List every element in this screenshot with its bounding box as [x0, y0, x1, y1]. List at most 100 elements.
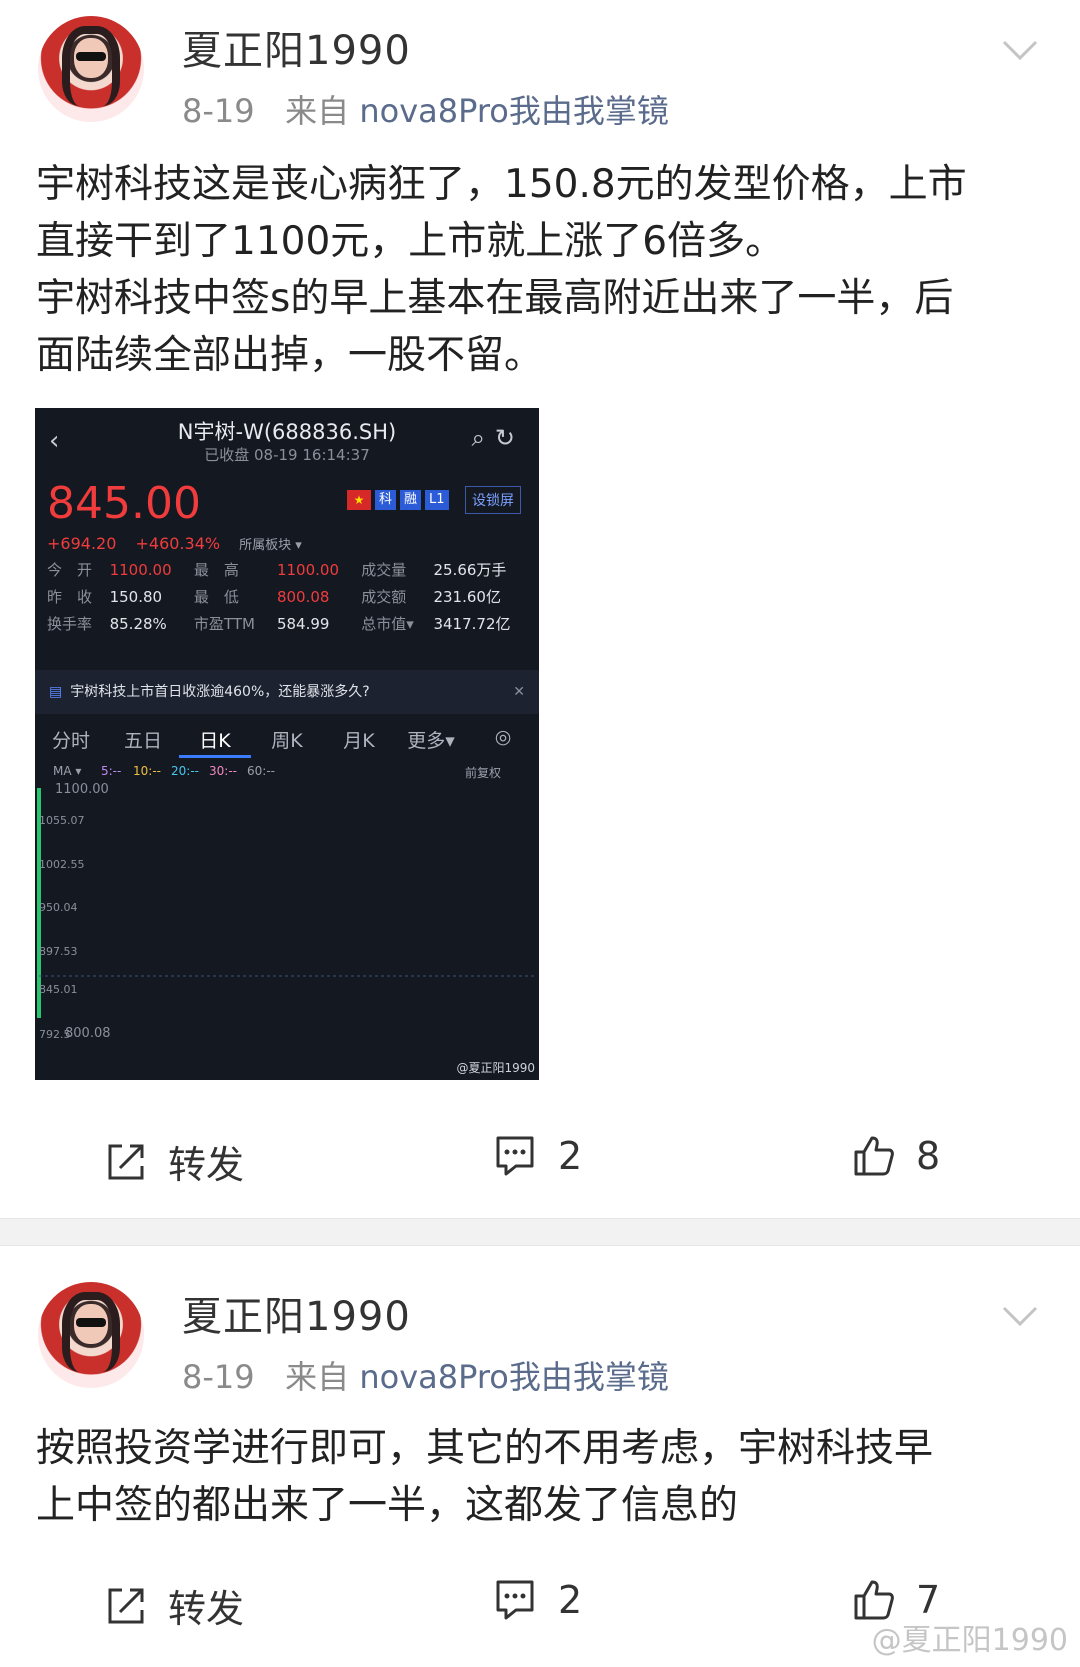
stock-screenshot-image[interactable]: ‹ N宇树-W(688836.SH) 已收盘 08-19 16:14:37 ⌕↻… — [35, 408, 539, 1080]
y-label: 792.5 — [39, 1028, 71, 1041]
share-icon — [108, 1588, 144, 1623]
cell: 150.80 — [109, 587, 163, 606]
table-row: 今 开 1100.00 最 高 1100.00 成交量 25.66万手 — [45, 556, 535, 583]
cell: 1100.00 — [276, 560, 339, 579]
table-row: 换手率 85.28% 市盈TTM 584.99 总市值▾ 3417.72亿 — [45, 610, 535, 637]
comment-icon — [496, 1136, 534, 1176]
badge: 科 — [375, 490, 397, 510]
text-line: 按照投资学进行即可，其它的不用考虑，宇树科技早 — [36, 1426, 934, 1471]
avatar[interactable] — [38, 1282, 144, 1388]
repost-label: 转发 — [168, 1587, 245, 1631]
cell: 总市值▾ — [361, 615, 414, 633]
comment-count: 2 — [558, 1578, 583, 1622]
stock-name: N宇树-W(688836.SH) — [177, 420, 397, 444]
tab-five-day: 五日 — [123, 730, 162, 752]
y-label: 897.53 — [39, 945, 78, 958]
cell: 昨 收 — [47, 588, 93, 606]
stock-header: ‹ N宇树-W(688836.SH) 已收盘 08-19 16:14:37 ⌕↻ — [35, 408, 539, 470]
tab-daily-k: 日K — [179, 726, 251, 758]
text-line: 宇树科技中签s的早上基本在最高附近出来了一半，后 — [36, 276, 954, 321]
post-text: 按照投资学进行即可，其它的不用考虑，宇树科技早 上中签的都出来了一半，这都发了信… — [36, 1420, 1046, 1534]
y-label: 1100.00 — [55, 782, 109, 797]
y-label: 1055.07 — [39, 814, 85, 827]
stock-status: 已收盘 08-19 16:14:37 — [204, 446, 370, 464]
quote-table: 今 开 1100.00 最 高 1100.00 成交量 25.66万手 昨 收 … — [45, 556, 535, 637]
source-prefix: 来自 — [285, 92, 350, 130]
source-device[interactable]: nova8Pro我由我掌镜 — [359, 1358, 669, 1396]
cell: 今 开 — [47, 561, 93, 579]
tab-more: 更多▾ — [407, 730, 455, 752]
post-date: 8-19 — [182, 1358, 255, 1396]
tab-weekly-k: 周K — [271, 730, 303, 752]
y-label: 800.08 — [65, 1026, 111, 1041]
repost-button[interactable]: 转发 — [104, 1134, 244, 1189]
stock-change: +694.20 +460.34% 所属板块 ▾ — [47, 534, 316, 553]
kline-svg — [37, 788, 535, 1018]
search-refresh-icons: ⌕↻ — [471, 424, 525, 452]
comment-count: 2 — [558, 1134, 583, 1178]
change-value: +694.20 — [47, 534, 117, 553]
cell: 市盈TTM — [193, 615, 255, 633]
sector-label: 所属板块 ▾ — [239, 538, 302, 553]
cell: 231.60亿 — [433, 588, 501, 606]
text-line: 宇树科技这是丧心病狂了，150.8元的发型价格，上市 — [36, 162, 967, 207]
source-device[interactable]: nova8Pro我由我掌镜 — [359, 92, 669, 130]
text-line: 直接干到了1100元，上市就上涨了6倍多。 — [36, 219, 785, 264]
like-button[interactable]: 8 — [852, 1134, 940, 1178]
ma30: 30:-- — [209, 764, 237, 778]
avatar[interactable] — [38, 16, 144, 122]
cell: 800.08 — [276, 587, 330, 606]
stock-badges: ★ 科 融 L1 — [347, 490, 449, 510]
tab-monthly-k: 月K — [343, 730, 375, 752]
chart-tabs: 分时 五日 日K 周K 月K 更多▾ ◎ — [35, 726, 539, 758]
chevron-down-icon[interactable] — [1000, 30, 1040, 70]
username[interactable]: 夏正阳1990 — [182, 1284, 411, 1342]
cell: 85.28% — [109, 614, 167, 633]
cell: 最 高 — [193, 561, 239, 579]
badge: L1 — [425, 490, 449, 510]
post-1: 夏正阳1990 8-19 来自 nova8Pro我由我掌镜 宇树科技这是丧心病狂… — [0, 0, 1080, 1218]
settings-icon: ◎ — [494, 726, 512, 748]
comment-button[interactable]: 2 — [492, 1134, 582, 1178]
y-label: 950.04 — [39, 901, 78, 914]
comment-button[interactable]: 2 — [492, 1578, 582, 1622]
text-line: 上中签的都出来了一半，这都发了信息的 — [36, 1483, 739, 1528]
post-actions: 转发 2 8 — [0, 1134, 1080, 1194]
like-count: 8 — [916, 1134, 941, 1178]
badge: 融 — [400, 490, 422, 510]
source-prefix: 来自 — [285, 1358, 350, 1396]
cell: 成交量 — [361, 561, 407, 579]
table-row: 昨 收 150.80 最 低 800.08 成交额 231.60亿 — [45, 583, 535, 610]
chevron-down-icon[interactable] — [1000, 1296, 1040, 1336]
ma5: 5:-- — [101, 764, 122, 778]
news-banner: ▤ 宇树科技上市首日收涨逾460%，还能暴涨多久? ✕ — [35, 670, 539, 714]
post-text: 宇树科技这是丧心病狂了，150.8元的发型价格，上市 直接干到了1100元，上市… — [36, 156, 1046, 384]
change-percent: +460.34% — [135, 534, 221, 553]
post-date: 8-19 — [182, 92, 255, 130]
post-2: 夏正阳1990 8-19 来自 nova8Pro我由我掌镜 按照投资学进行即可，… — [0, 1266, 1080, 1667]
repost-button[interactable]: 转发 — [104, 1578, 244, 1633]
post-meta: 8-19 来自 nova8Pro我由我掌镜 — [182, 86, 669, 132]
cell: 584.99 — [276, 614, 330, 633]
y-label: 1002.55 — [39, 858, 85, 871]
ma10: 10:-- — [133, 764, 161, 778]
lock-screen-label: 设锁屏 — [465, 486, 521, 514]
stock-price: 845.00 — [47, 478, 201, 529]
kline-chart: 1100.00 1055.07 1002.55 950.04 897.53 84… — [35, 780, 539, 1080]
page-watermark: @夏正阳1990 — [871, 1623, 1068, 1658]
repost-label: 转发 — [168, 1143, 245, 1187]
cell: 最 低 — [193, 588, 239, 606]
news-icon: ▤ — [49, 684, 63, 700]
ma-label: MA ▾ — [53, 764, 82, 778]
text-line: 面陆续全部出掉，一股不留。 — [36, 333, 544, 378]
cell: 25.66万手 — [433, 561, 507, 579]
post-meta: 8-19 来自 nova8Pro我由我掌镜 — [182, 1352, 669, 1398]
china-flag-icon: ★ — [347, 490, 371, 510]
username[interactable]: 夏正阳1990 — [182, 18, 411, 76]
cell: 1100.00 — [109, 560, 172, 579]
ma60: 60:-- — [247, 764, 275, 778]
post-divider — [0, 1218, 1080, 1246]
comment-icon — [496, 1580, 534, 1620]
ma20: 20:-- — [171, 764, 199, 778]
news-text: 宇树科技上市首日收涨逾460%，还能暴涨多久? — [70, 684, 370, 700]
